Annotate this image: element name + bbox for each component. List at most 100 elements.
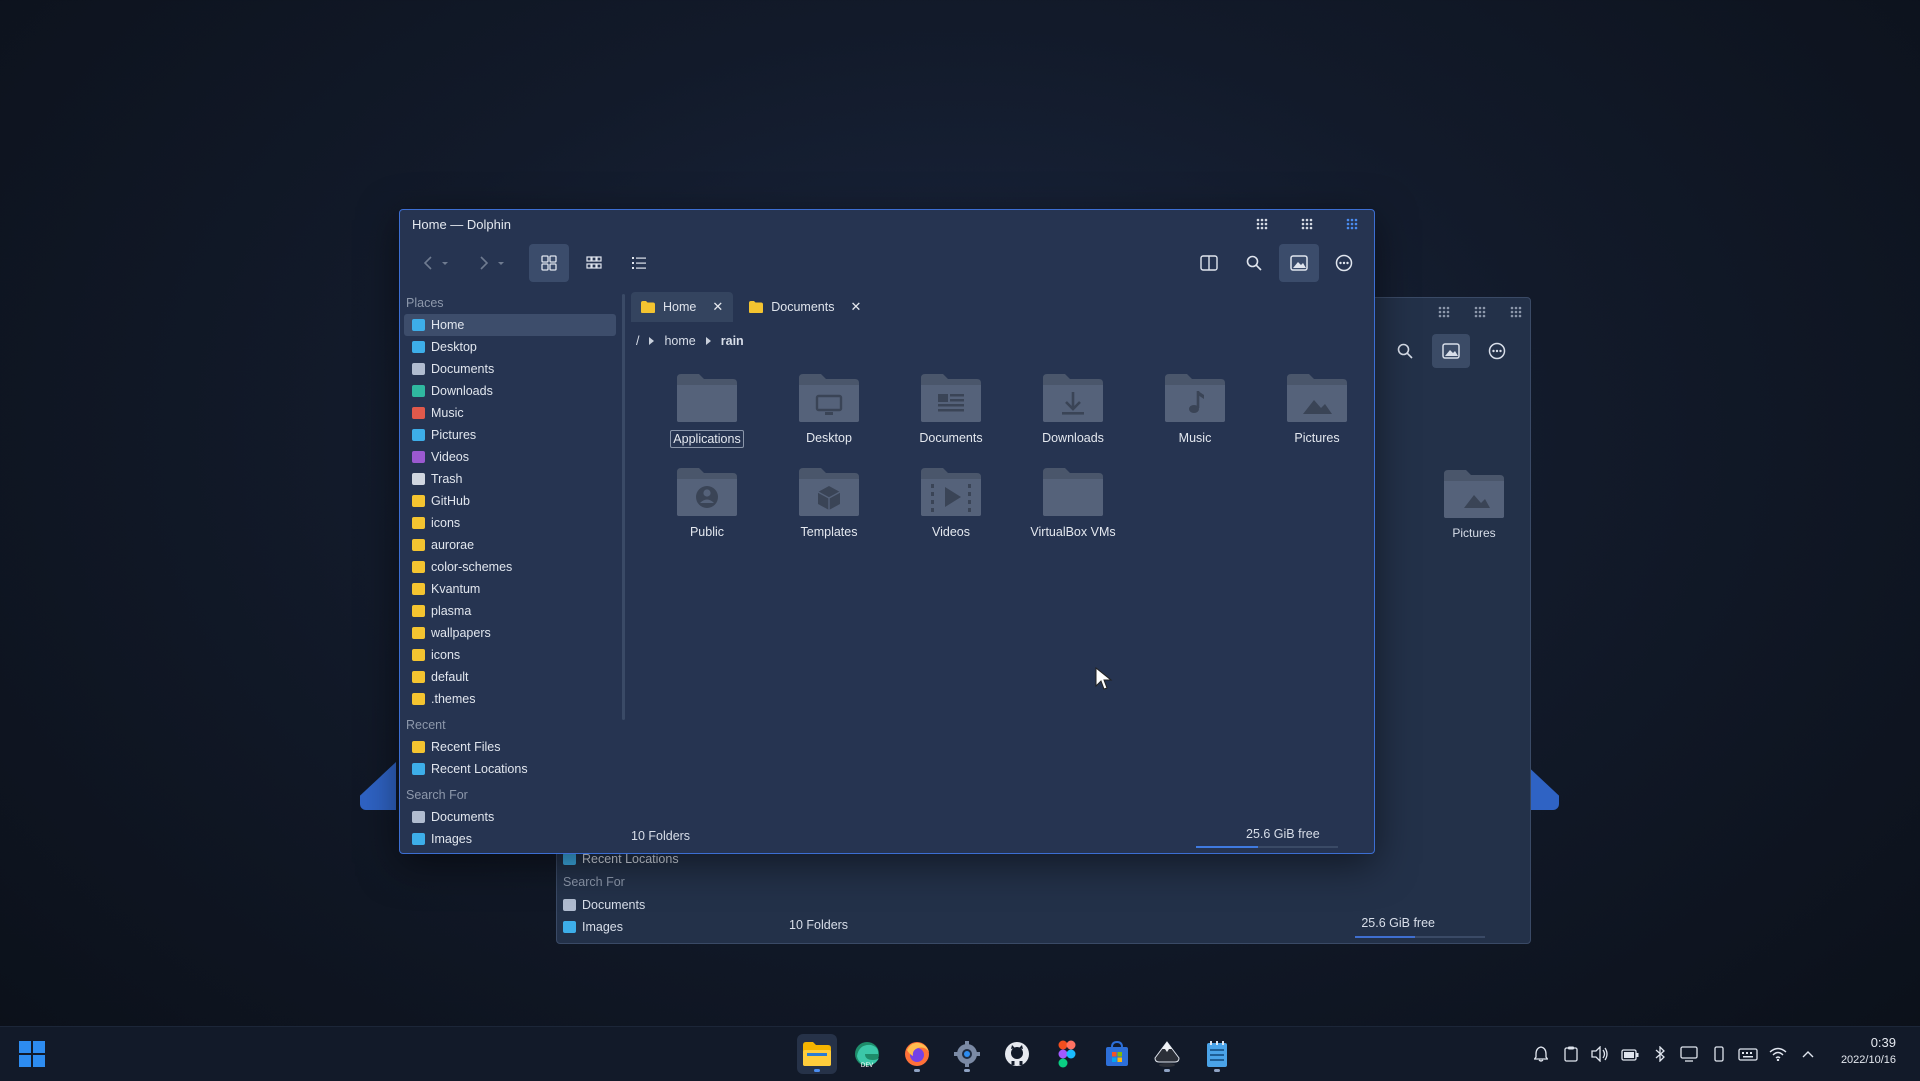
taskbar-app-firefox[interactable] bbox=[897, 1034, 937, 1074]
sidebar-scrollbar[interactable] bbox=[622, 294, 625, 720]
sidebar-item-themes[interactable]: .themes bbox=[404, 688, 616, 710]
search-button[interactable] bbox=[1234, 244, 1274, 282]
taskbar-app-figma[interactable] bbox=[1047, 1034, 1087, 1074]
folder-templates[interactable]: Templates bbox=[768, 466, 890, 540]
breadcrumb-item[interactable]: home bbox=[664, 334, 695, 348]
folder-icon bbox=[1287, 374, 1347, 422]
file-manager-icon bbox=[802, 1041, 832, 1067]
background-toolbar bbox=[1386, 334, 1516, 368]
details-view-button[interactable] bbox=[619, 244, 659, 282]
sidebar-item-plasma[interactable]: plasma bbox=[404, 600, 616, 622]
folder-music[interactable]: Music bbox=[1134, 372, 1256, 448]
folder-grid: Applications Desktop Documents Downloads Mus… bbox=[646, 372, 1374, 540]
sidebar-item-label: Downloads bbox=[431, 384, 493, 398]
breadcrumb-current[interactable]: rain bbox=[721, 334, 744, 348]
folder-icon bbox=[412, 539, 425, 551]
keyboard-icon[interactable] bbox=[1738, 1044, 1758, 1064]
sidebar-item-music[interactable]: Music bbox=[404, 402, 616, 424]
compact-view-button[interactable] bbox=[574, 244, 614, 282]
icons-view-button[interactable] bbox=[529, 244, 569, 282]
taskbar-app-settings[interactable] bbox=[947, 1034, 987, 1074]
sidebar-item-downloads[interactable]: Downloads bbox=[404, 380, 616, 402]
display-icon[interactable] bbox=[1679, 1044, 1699, 1064]
folder-icon bbox=[1043, 468, 1103, 516]
folder-videos[interactable]: Videos bbox=[890, 466, 1012, 540]
background-window-controls bbox=[1438, 306, 1522, 318]
sidebar-item-videos[interactable]: Videos bbox=[404, 446, 616, 468]
chevron-up-icon[interactable] bbox=[1798, 1044, 1818, 1064]
bluetooth-icon[interactable] bbox=[1650, 1044, 1670, 1064]
dolphin-window[interactable]: Home — Dolphin Places Home Desktop Docum… bbox=[399, 209, 1375, 854]
folder-pictures[interactable]: Pictures bbox=[1256, 372, 1374, 448]
minimize-icon[interactable] bbox=[1438, 306, 1450, 318]
maximize-button[interactable] bbox=[1299, 216, 1315, 232]
background-folder-pictures[interactable]: Pictures bbox=[1429, 468, 1519, 540]
folder-icon bbox=[412, 693, 425, 705]
sidebar-item-aurorae[interactable]: aurorae bbox=[404, 534, 616, 556]
search-button[interactable] bbox=[1386, 334, 1424, 368]
video-icon bbox=[412, 451, 425, 463]
taskbar-app-notes[interactable] bbox=[1197, 1034, 1237, 1074]
close-tab-icon[interactable]: ✕ bbox=[850, 299, 861, 315]
clipboard-icon[interactable] bbox=[1561, 1044, 1581, 1064]
chevron-right-icon[interactable] bbox=[705, 337, 711, 345]
sidebar-item-images[interactable]: Images bbox=[557, 916, 787, 938]
folder-applications[interactable]: Applications bbox=[646, 372, 768, 448]
sidebar-item-recent-locations[interactable]: Recent Locations bbox=[404, 758, 616, 780]
sidebar-item-wallpapers[interactable]: wallpapers bbox=[404, 622, 616, 644]
notification-icon[interactable] bbox=[1531, 1044, 1551, 1064]
sidebar-item-icons[interactable]: icons bbox=[404, 644, 616, 666]
taskbar-app-store[interactable] bbox=[1097, 1034, 1137, 1074]
start-button[interactable] bbox=[12, 1034, 52, 1074]
maximize-icon[interactable] bbox=[1474, 306, 1486, 318]
recent-header: Recent bbox=[406, 718, 446, 732]
menu-button[interactable] bbox=[1324, 244, 1364, 282]
tab-documents[interactable]: Documents ✕ bbox=[739, 292, 871, 322]
folder-icon bbox=[921, 468, 981, 516]
sidebar-item-pictures[interactable]: Pictures bbox=[404, 424, 616, 446]
folder-desktop[interactable]: Desktop bbox=[768, 372, 890, 448]
close-tab-icon[interactable]: ✕ bbox=[712, 299, 723, 315]
chevron-right-icon[interactable] bbox=[649, 337, 655, 345]
preview-toggle-button[interactable] bbox=[1432, 334, 1470, 368]
folder-public[interactable]: Public bbox=[646, 466, 768, 540]
folder-label: VirtualBox VMs bbox=[1030, 525, 1116, 539]
sidebar-item-desktop[interactable]: Desktop bbox=[404, 336, 616, 358]
sidebar-item-recent-files[interactable]: Recent Files bbox=[404, 736, 616, 758]
sidebar-item-home[interactable]: Home bbox=[404, 314, 616, 336]
taskbar-app-edge-dev[interactable]: DEV bbox=[847, 1034, 887, 1074]
split-view-button[interactable] bbox=[1189, 244, 1229, 282]
titlebar[interactable]: Home — Dolphin bbox=[400, 210, 1374, 238]
menu-button[interactable] bbox=[1478, 334, 1516, 368]
clock[interactable]: 0:39 2022/10/16 bbox=[1841, 1035, 1896, 1066]
folder-downloads[interactable]: Downloads bbox=[1012, 372, 1134, 448]
sidebar-item-documents[interactable]: Documents bbox=[557, 894, 787, 916]
breadcrumb-root[interactable]: / bbox=[636, 334, 639, 348]
document-icon bbox=[412, 811, 425, 823]
taskbar-app-github[interactable] bbox=[997, 1034, 1037, 1074]
preview-toggle-button[interactable] bbox=[1279, 244, 1319, 282]
sidebar-item-kvantum[interactable]: Kvantum bbox=[404, 578, 616, 600]
sidebar-item-trash[interactable]: Trash bbox=[404, 468, 616, 490]
taskbar-app-file-manager[interactable] bbox=[797, 1034, 837, 1074]
sidebar-item-documents[interactable]: Documents bbox=[404, 806, 616, 828]
sidebar-item-documents[interactable]: Documents bbox=[404, 358, 616, 380]
phone-icon[interactable] bbox=[1709, 1044, 1729, 1064]
volume-icon[interactable] bbox=[1590, 1044, 1610, 1064]
folder-documents[interactable]: Documents bbox=[890, 372, 1012, 448]
tab-home[interactable]: Home ✕ bbox=[631, 292, 734, 322]
sidebar-item-github[interactable]: GitHub bbox=[404, 490, 616, 512]
sidebar-item-color-schemes[interactable]: color-schemes bbox=[404, 556, 616, 578]
close-button[interactable] bbox=[1344, 216, 1360, 232]
forward-button[interactable] bbox=[472, 244, 512, 282]
battery-icon[interactable] bbox=[1620, 1044, 1640, 1064]
taskbar-app-inkscape[interactable] bbox=[1147, 1034, 1187, 1074]
close-icon[interactable] bbox=[1510, 306, 1522, 318]
sidebar-item-default[interactable]: default bbox=[404, 666, 616, 688]
wifi-icon[interactable] bbox=[1768, 1044, 1788, 1064]
minimize-button[interactable] bbox=[1254, 216, 1270, 232]
sidebar-item-images[interactable]: Images bbox=[404, 828, 616, 850]
folder-virtualbox-vms[interactable]: VirtualBox VMs bbox=[1012, 466, 1134, 540]
sidebar-item-icons[interactable]: icons bbox=[404, 512, 616, 534]
back-button[interactable] bbox=[416, 244, 456, 282]
